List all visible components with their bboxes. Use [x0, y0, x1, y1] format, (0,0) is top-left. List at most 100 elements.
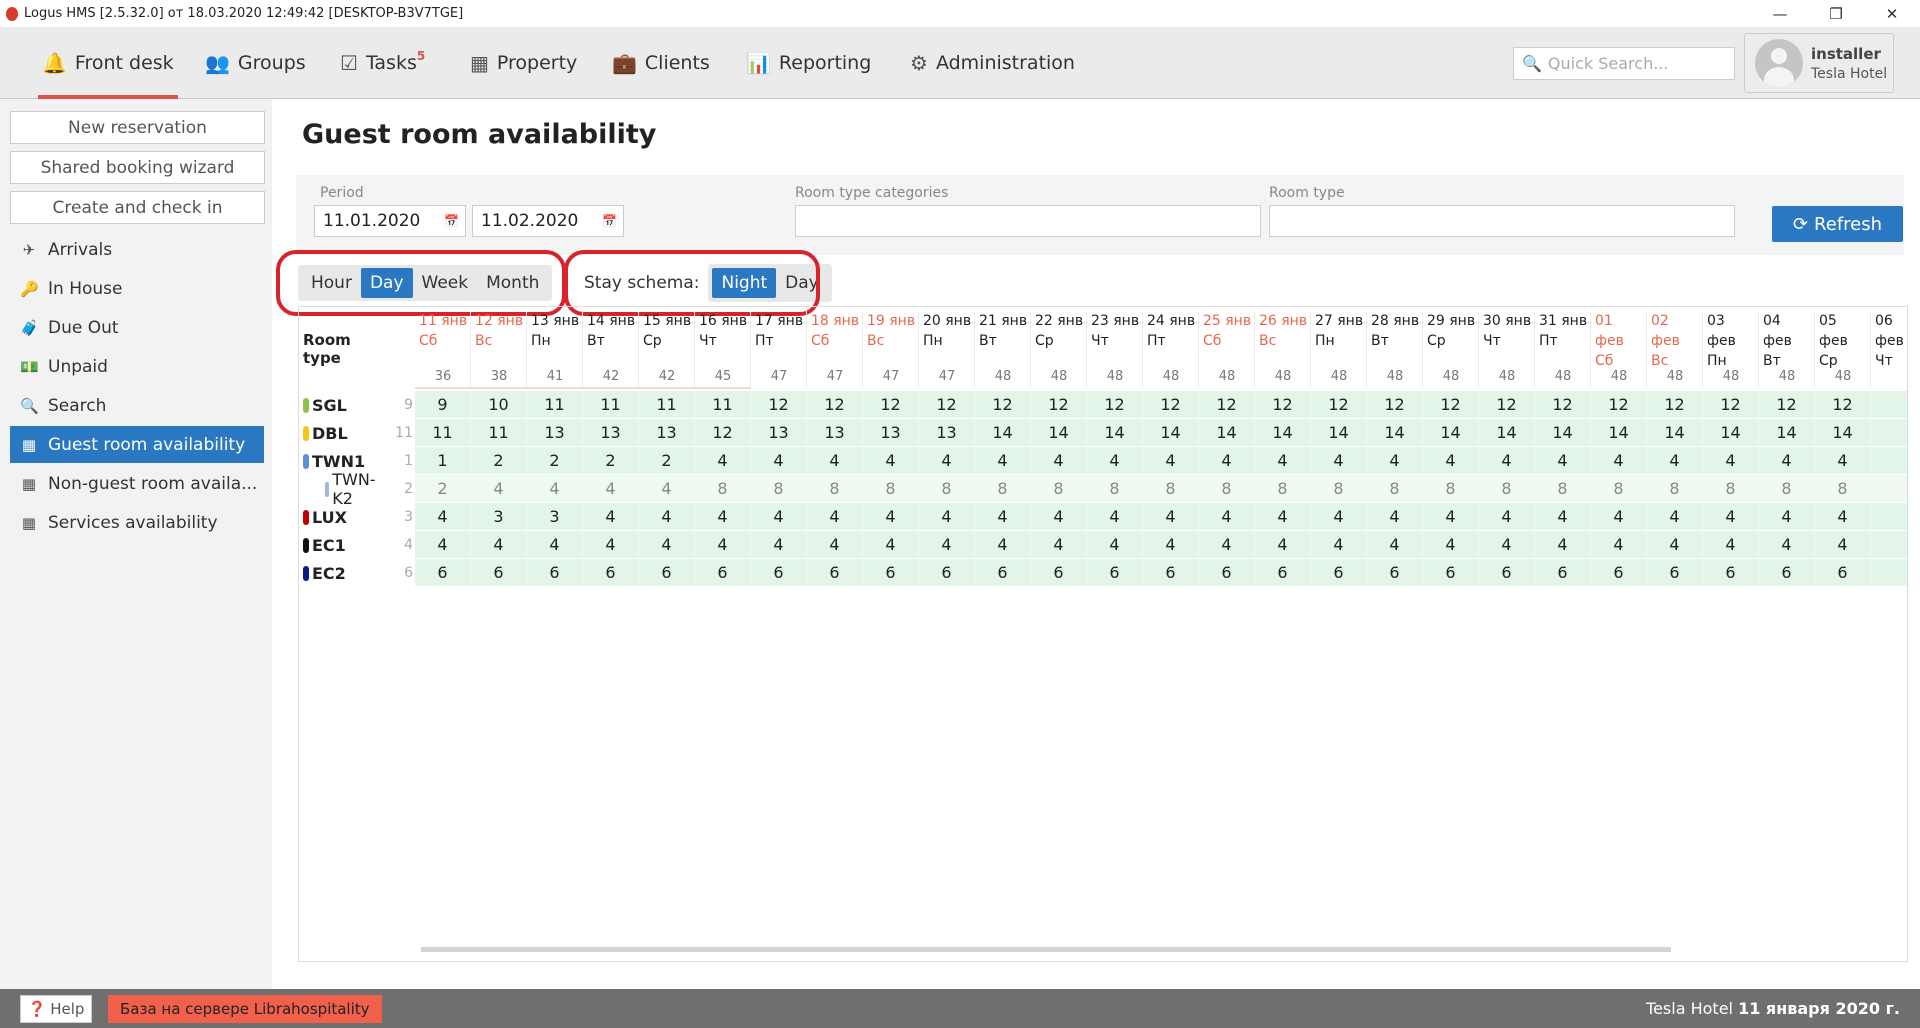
availability-cell[interactable]: 4 [1703, 531, 1759, 558]
availability-cell[interactable]: 1 [415, 447, 471, 474]
availability-cell[interactable]: 13 [919, 419, 975, 446]
availability-cell[interactable]: 11 [695, 391, 751, 418]
availability-cell[interactable]: 4 [695, 447, 751, 474]
availability-cell[interactable]: 6 [1591, 559, 1647, 586]
sidebar-item-non-guest-room-availability[interactable]: ▦ Non-guest room availa... [10, 465, 264, 502]
availability-cell[interactable]: 6 [415, 559, 471, 586]
create-and-check-in-button[interactable]: Create and check in [10, 191, 265, 224]
availability-cell[interactable]: 11 [471, 419, 527, 446]
availability-cell[interactable]: 4 [583, 475, 639, 502]
availability-cell[interactable]: 3 [471, 503, 527, 530]
availability-cell[interactable]: 13 [863, 419, 919, 446]
availability-cell[interactable]: 13 [639, 419, 695, 446]
availability-cell[interactable]: 6 [863, 559, 919, 586]
availability-cell[interactable]: 4 [1199, 503, 1255, 530]
horizontal-scrollbar[interactable] [421, 947, 1671, 952]
availability-cell[interactable]: 4 [639, 503, 695, 530]
room-type-categories-input[interactable] [795, 205, 1261, 237]
availability-cell[interactable]: 8 [1759, 475, 1815, 502]
availability-cell[interactable]: 6 [1759, 559, 1815, 586]
calendar-icon[interactable]: 📅 [444, 214, 459, 228]
availability-cell[interactable]: 14 [1087, 419, 1143, 446]
shared-booking-wizard-button[interactable]: Shared booking wizard [10, 151, 265, 184]
availability-cell[interactable]: 12 [1087, 391, 1143, 418]
availability-cell[interactable]: 4 [1255, 503, 1311, 530]
availability-cell[interactable]: 8 [1591, 475, 1647, 502]
availability-cell[interactable]: 8 [751, 475, 807, 502]
availability-cell[interactable]: 14 [1479, 419, 1535, 446]
availability-cell[interactable]: 2 [527, 447, 583, 474]
availability-cell[interactable]: 4 [415, 531, 471, 558]
availability-cell[interactable]: 12 [1535, 391, 1591, 418]
availability-cell[interactable]: 8 [975, 475, 1031, 502]
availability-cell[interactable]: 4 [1535, 447, 1591, 474]
availability-cell[interactable]: 6 [527, 559, 583, 586]
availability-cell[interactable]: 13 [807, 419, 863, 446]
availability-cell[interactable]: 4 [1479, 447, 1535, 474]
availability-cell[interactable]: 4 [1423, 503, 1479, 530]
availability-cell[interactable]: 12 [1311, 391, 1367, 418]
availability-cell[interactable]: 4 [695, 531, 751, 558]
availability-cell[interactable]: 6 [1199, 559, 1255, 586]
minimize-button[interactable]: — [1752, 0, 1808, 27]
nav-front-desk[interactable]: 🔔 Front desk [38, 27, 178, 99]
availability-cell[interactable]: 12 [1199, 391, 1255, 418]
availability-cell[interactable]: 6 [639, 559, 695, 586]
availability-cell[interactable]: 4 [527, 475, 583, 502]
availability-cell[interactable]: 13 [751, 419, 807, 446]
availability-cell[interactable]: 8 [1479, 475, 1535, 502]
availability-cell[interactable]: 4 [807, 531, 863, 558]
availability-cell[interactable]: 4 [1031, 503, 1087, 530]
availability-cell[interactable]: 8 [1199, 475, 1255, 502]
nav-administration[interactable]: ⚙ Administration [910, 27, 1075, 99]
availability-cell[interactable]: 6 [1647, 559, 1703, 586]
sidebar-item-in-house[interactable]: 🔑 In House [10, 270, 264, 307]
availability-cell[interactable]: 4 [1311, 503, 1367, 530]
availability-cell[interactable]: 4 [1143, 503, 1199, 530]
availability-cell[interactable]: 4 [1479, 531, 1535, 558]
availability-cell[interactable]: 2 [415, 475, 471, 502]
availability-cell[interactable]: 4 [471, 475, 527, 502]
availability-cell[interactable]: 6 [583, 559, 639, 586]
availability-cell[interactable]: 4 [1647, 531, 1703, 558]
sidebar-item-guest-room-availability[interactable]: ▦ Guest room availability [10, 426, 264, 463]
availability-cell[interactable]: 4 [1647, 503, 1703, 530]
availability-cell[interactable]: 4 [1143, 531, 1199, 558]
availability-cell[interactable]: 4 [583, 503, 639, 530]
availability-cell[interactable]: 12 [807, 391, 863, 418]
availability-cell[interactable]: 4 [919, 503, 975, 530]
availability-cell[interactable]: 4 [639, 531, 695, 558]
availability-cell[interactable]: 12 [1591, 391, 1647, 418]
availability-cell[interactable]: 4 [1087, 447, 1143, 474]
availability-cell[interactable]: 13 [527, 419, 583, 446]
sidebar-item-due-out[interactable]: 🧳 Due Out [10, 309, 264, 346]
availability-cell[interactable]: 14 [975, 419, 1031, 446]
availability-cell[interactable]: 4 [1815, 447, 1871, 474]
availability-cell[interactable]: 4 [1087, 531, 1143, 558]
availability-cell[interactable]: 6 [1423, 559, 1479, 586]
availability-cell[interactable]: 4 [863, 503, 919, 530]
availability-cell[interactable]: 12 [1815, 391, 1871, 418]
close-button[interactable]: ✕ [1864, 0, 1920, 27]
availability-cell[interactable]: 6 [695, 559, 751, 586]
availability-cell[interactable]: 14 [1423, 419, 1479, 446]
availability-cell[interactable]: 4 [1087, 503, 1143, 530]
availability-cell[interactable]: 10 [471, 391, 527, 418]
availability-cell[interactable]: 14 [1031, 419, 1087, 446]
availability-cell[interactable]: 4 [1591, 447, 1647, 474]
new-reservation-button[interactable]: New reservation [10, 111, 265, 144]
availability-cell[interactable]: 6 [1367, 559, 1423, 586]
availability-cell[interactable]: 8 [1647, 475, 1703, 502]
availability-cell[interactable]: 8 [863, 475, 919, 502]
availability-cell[interactable]: 4 [863, 447, 919, 474]
availability-cell[interactable]: 4 [1479, 503, 1535, 530]
availability-cell[interactable]: 4 [919, 531, 975, 558]
availability-cell[interactable]: 6 [807, 559, 863, 586]
availability-cell[interactable]: 6 [1143, 559, 1199, 586]
user-profile[interactable]: installer Tesla Hotel [1744, 33, 1894, 93]
availability-cell[interactable]: 14 [1535, 419, 1591, 446]
availability-cell[interactable]: 8 [1087, 475, 1143, 502]
availability-cell[interactable]: 4 [1199, 447, 1255, 474]
availability-cell[interactable]: 8 [1815, 475, 1871, 502]
availability-cell[interactable]: 13 [583, 419, 639, 446]
